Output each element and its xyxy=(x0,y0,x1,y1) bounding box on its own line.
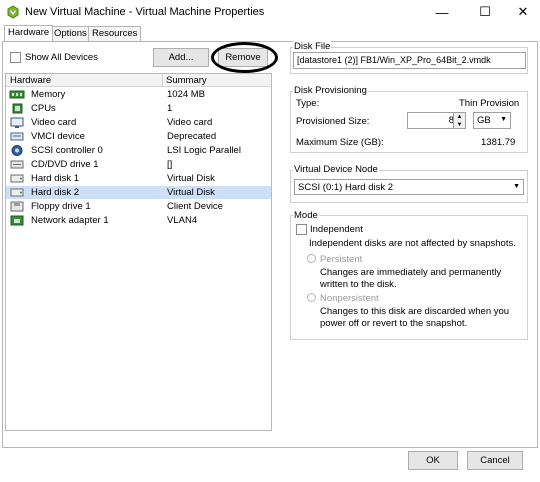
row-summary: Virtual Disk xyxy=(167,173,215,184)
row-hardware-name: Memory xyxy=(31,89,66,100)
tab-options[interactable]: Options xyxy=(50,26,91,41)
tab-resources[interactable]: Resources xyxy=(88,26,142,41)
nonpersistent-description: Changes to this disk are discarded when … xyxy=(320,306,510,329)
row-hardware-name: Network adapter 1 xyxy=(31,215,109,226)
row-summary: [] xyxy=(167,159,173,170)
size-unit-value: GB xyxy=(477,115,491,126)
provisioned-size-label: Provisioned Size: xyxy=(296,116,370,127)
column-divider[interactable] xyxy=(162,74,163,87)
show-all-devices-checkbox[interactable] xyxy=(10,52,21,63)
row-hardware-name: SCSI controller 0 xyxy=(31,145,103,156)
column-header-summary[interactable]: Summary xyxy=(166,75,207,86)
row-summary: 1024 MB xyxy=(167,89,206,100)
table-row[interactable]: CD/DVD drive 1 [] xyxy=(6,158,271,171)
cancel-button[interactable]: Cancel xyxy=(467,451,523,470)
window-title: New Virtual Machine - Virtual Machine Pr… xyxy=(25,6,265,18)
size-unit-select[interactable]: GB ▼ xyxy=(473,112,511,129)
maximum-size-value: 1381.79 xyxy=(481,137,516,148)
column-header-hardware[interactable]: Hardware xyxy=(10,75,51,86)
ok-button[interactable]: OK xyxy=(408,451,458,470)
provisioned-size-spinner[interactable]: ▲ ▼ xyxy=(453,112,466,129)
table-row[interactable]: SCSI controller 0 LSI Logic Parallel xyxy=(6,144,271,157)
hard-disk-icon xyxy=(10,188,24,197)
disk-provisioning-label: Disk Provisioning xyxy=(293,85,368,96)
row-hardware-name: Hard disk 1 xyxy=(31,173,80,184)
memory-icon xyxy=(9,90,25,99)
row-summary: Virtual Disk xyxy=(167,187,215,198)
chevron-down-icon: ▼ xyxy=(513,183,520,190)
row-summary: Video card xyxy=(167,117,213,128)
floppy-drive-icon xyxy=(10,201,24,212)
mode-label: Mode xyxy=(293,210,319,221)
independent-checkbox[interactable] xyxy=(296,224,307,235)
chevron-down-icon: ▼ xyxy=(500,116,507,123)
show-all-devices-label: Show All Devices xyxy=(25,52,98,63)
row-hardware-name: Hard disk 2 xyxy=(31,187,80,198)
minimize-button[interactable]: — xyxy=(427,0,457,24)
independent-description: Independent disks are not affected by sn… xyxy=(309,238,516,249)
row-hardware-name: Floppy drive 1 xyxy=(31,201,91,212)
maximize-button[interactable]: ☐ xyxy=(470,0,500,24)
scsi-controller-icon xyxy=(11,145,23,156)
row-summary: 1 xyxy=(167,103,173,114)
virtual-device-node-label: Virtual Device Node xyxy=(293,164,379,175)
row-summary: Deprecated xyxy=(167,131,217,142)
video-card-icon xyxy=(10,117,24,128)
independent-label: Independent xyxy=(310,224,363,235)
title-bar: New Virtual Machine - Virtual Machine Pr… xyxy=(0,0,540,24)
cd-dvd-drive-icon xyxy=(10,160,24,169)
persistent-description: Changes are immediately and permanently … xyxy=(320,267,502,290)
persistent-label: Persistent xyxy=(320,254,363,265)
maximum-size-label: Maximum Size (GB): xyxy=(296,137,384,148)
network-adapter-icon xyxy=(10,215,24,226)
vsphere-app-icon xyxy=(7,5,19,19)
type-label: Type: xyxy=(296,98,320,109)
add-button[interactable]: Add... xyxy=(153,48,209,67)
table-row[interactable]: Video card Video card xyxy=(6,116,271,129)
table-row[interactable]: CPUs 1 xyxy=(6,102,271,115)
table-row[interactable]: Network adapter 1 VLAN4 xyxy=(6,214,271,227)
row-summary: VLAN4 xyxy=(167,215,198,226)
table-row[interactable]: VMCI device Deprecated xyxy=(6,130,271,143)
hardware-table-header: Hardware Summary xyxy=(6,74,271,87)
row-hardware-name: Video card xyxy=(31,117,77,128)
vmci-device-icon xyxy=(10,132,24,141)
disk-file-label: Disk File xyxy=(293,41,332,52)
remove-button[interactable]: Remove xyxy=(218,48,268,67)
table-row[interactable]: Memory 1024 MB xyxy=(6,88,271,101)
table-row[interactable]: Floppy drive 1 Client Device xyxy=(6,200,271,213)
nonpersistent-radio[interactable] xyxy=(307,293,316,302)
table-row[interactable]: Hard disk 1 Virtual Disk xyxy=(6,172,271,185)
row-hardware-name: VMCI device xyxy=(31,131,85,142)
hardware-table: Hardware Summary Memory 1024 MB CPUs 1 Video… xyxy=(5,73,272,431)
row-summary: LSI Logic Parallel xyxy=(167,145,241,156)
persistent-radio[interactable] xyxy=(307,254,316,263)
type-value: Thin Provision xyxy=(459,98,520,109)
nonpersistent-label: Nonpersistent xyxy=(320,293,379,304)
cpu-icon xyxy=(12,103,23,114)
table-row[interactable]: Hard disk 2 Virtual Disk xyxy=(6,186,271,199)
row-hardware-name: CD/DVD drive 1 xyxy=(31,159,99,170)
close-button[interactable]: ✕ xyxy=(508,0,538,24)
row-hardware-name: CPUs xyxy=(31,103,56,114)
hard-disk-icon xyxy=(10,174,24,183)
provisioned-size-input[interactable]: 8 xyxy=(407,112,459,129)
virtual-device-node-value: SCSI (0:1) Hard disk 2 xyxy=(298,182,394,193)
disk-file-field[interactable]: [datastore1 (2)] FB1/Win_XP_Pro_64Bit_2.… xyxy=(293,52,526,69)
virtual-device-node-select[interactable]: SCSI (0:1) Hard disk 2 ▼ xyxy=(294,179,524,195)
tab-hardware[interactable]: Hardware xyxy=(4,25,54,41)
row-summary: Client Device xyxy=(167,201,223,212)
